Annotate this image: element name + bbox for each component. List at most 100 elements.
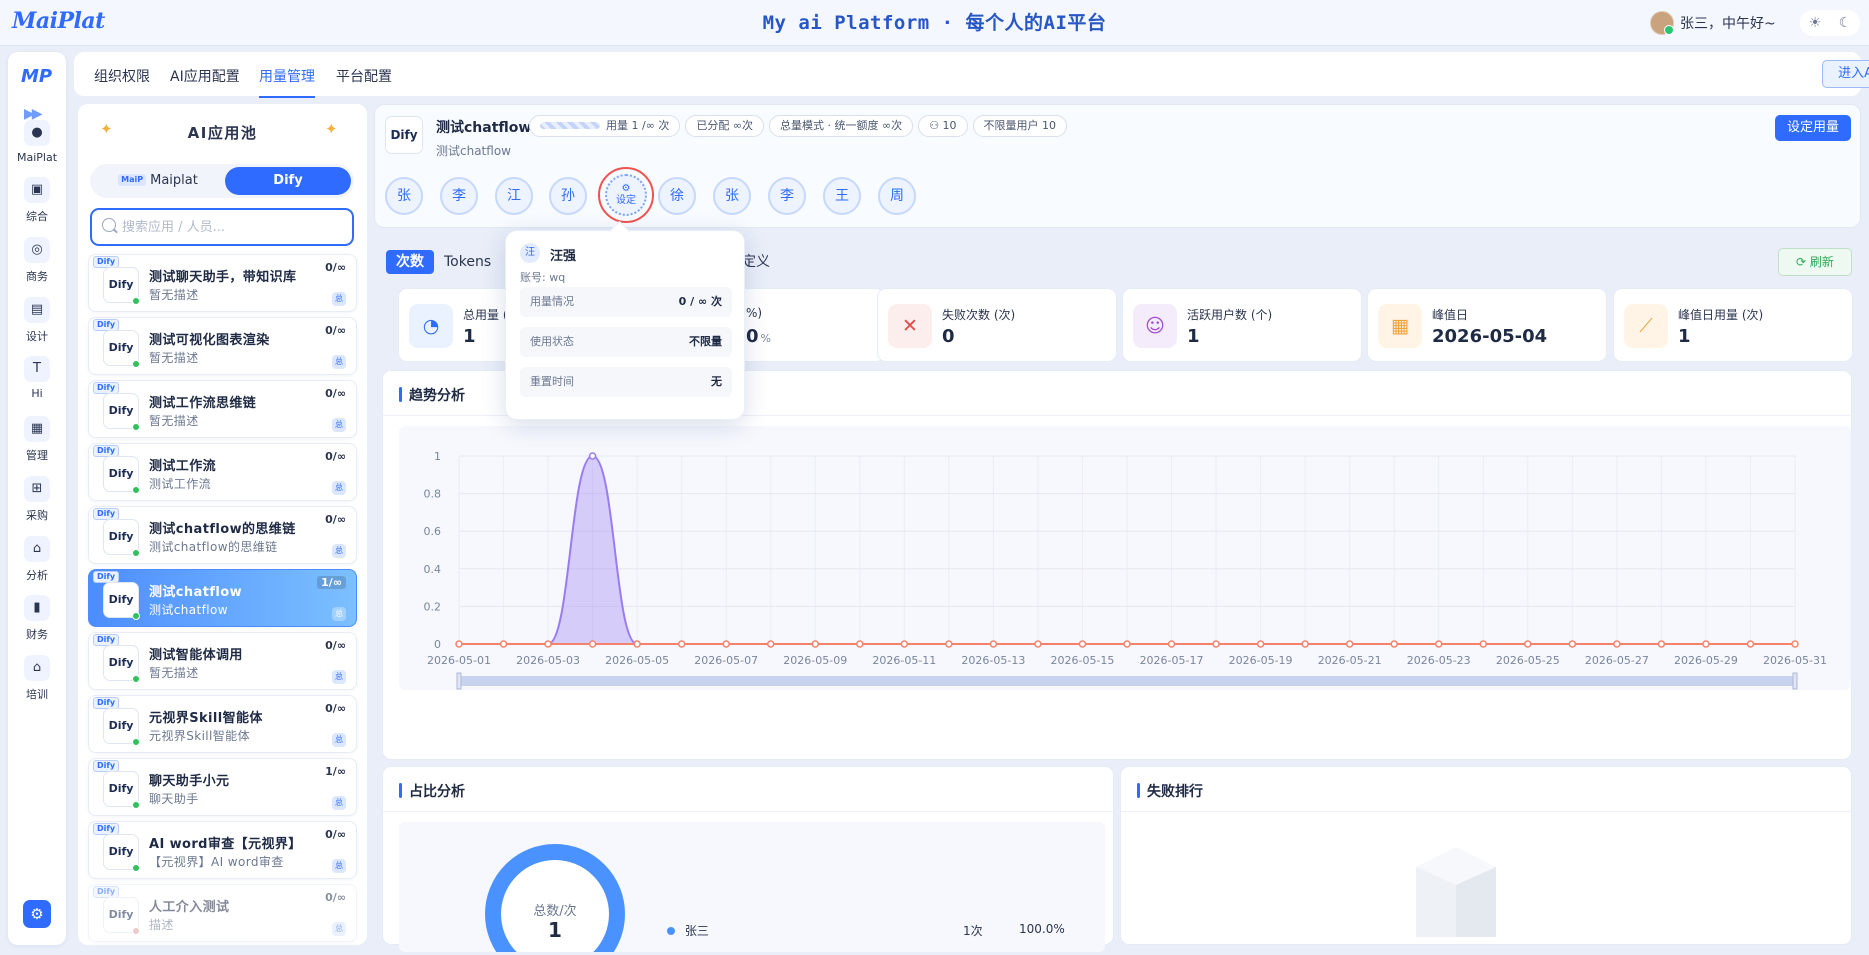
- app-card[interactable]: Dify Dify 测试智能体调用 暂无描述 0/∞ 总: [88, 632, 357, 690]
- user-quota-icon[interactable]: 总: [332, 670, 346, 684]
- user-quota-icon[interactable]: 总: [332, 418, 346, 432]
- tab-usage-management[interactable]: 用量管理: [259, 66, 315, 98]
- app-pool-panel: ✦ AI应用池 ✦ MaiPMaiplat Dify DifyDify测试聊天助…: [78, 104, 367, 945]
- search-input[interactable]: [90, 208, 354, 246]
- tab-platform-config[interactable]: 平台配置: [336, 66, 392, 86]
- popover-key: 重置时间: [530, 375, 574, 388]
- settings-gear-icon[interactable]: ⚙: [23, 900, 51, 928]
- app-desc: 暂无描述: [149, 414, 199, 428]
- refresh-label: 刷新: [1809, 255, 1834, 269]
- greeting-text: 张三，中午好~: [1680, 16, 1776, 32]
- app-card[interactable]: Dify Dify 测试工作流 测试工作流 0/∞ 总: [88, 443, 357, 501]
- zoom-slider: [459, 676, 1795, 686]
- tab-org-permission[interactable]: 组织权限: [94, 66, 150, 86]
- user-quota-icon[interactable]: 总: [332, 544, 346, 558]
- user-avatar[interactable]: 徐: [658, 177, 696, 215]
- tab-custom[interactable]: 定义: [742, 250, 770, 274]
- user-avatar[interactable]: 张: [713, 177, 751, 215]
- user-avatar[interactable]: 张: [385, 177, 423, 215]
- app-name: 测试工作流思维链: [149, 396, 257, 411]
- app-card[interactable]: Dify Dify 测试聊天助手，带知识库 暂无描述 0/∞ 总: [88, 254, 357, 312]
- app-card[interactable]: Dify Dify 聊天助手小元 聊天助手 1/∞ 总: [88, 758, 357, 816]
- user-quota-icon[interactable]: 总: [332, 292, 346, 306]
- rail-item-guanli[interactable]: ▦ 管理: [8, 416, 66, 476]
- app-card[interactable]: Dify Dify 元视界Skill智能体 元视界Skill智能体 0/∞ 总: [88, 695, 357, 753]
- stat-value: 1: [1187, 326, 1202, 347]
- user-quota-icon[interactable]: 总: [332, 355, 346, 369]
- status-dot: [132, 360, 140, 368]
- theme-toggle[interactable]: ☀ ☾: [1800, 10, 1860, 36]
- user-icon: ⚇: [929, 119, 943, 132]
- app-sub: 测试chatflow: [436, 144, 511, 158]
- home-icon: ⌂: [24, 536, 50, 562]
- data-point-failed: [1123, 640, 1131, 648]
- rail-item-maiplat[interactable]: ● MaiPlat: [8, 120, 66, 180]
- app-desc: 描述: [149, 918, 174, 932]
- user-avatar[interactable]: 王: [823, 177, 861, 215]
- popover-avatar: 汪: [520, 243, 540, 263]
- tab-tokens[interactable]: Tokens: [434, 250, 501, 274]
- user-quota-icon[interactable]: 总: [332, 859, 346, 873]
- data-point-failed: [1034, 640, 1042, 648]
- search-icon: [102, 218, 116, 232]
- sparkle-icon: ✦: [325, 120, 338, 138]
- app-usage-count: 0/∞: [325, 261, 346, 274]
- user-avatar[interactable]: 李: [440, 177, 478, 215]
- rail-item-hi[interactable]: T Hi: [8, 356, 66, 416]
- app-card[interactable]: Dify Dify 测试chatflow的思维链 测试chatflow的思维链 0/∞ 总: [88, 506, 357, 564]
- moon-icon[interactable]: ☾: [1839, 15, 1852, 31]
- archive-icon: ▦: [24, 416, 50, 442]
- rail-item-caigou[interactable]: ⊞ 采购: [8, 476, 66, 536]
- x-tick-label: 2026-05-25: [1496, 654, 1560, 667]
- user-menu[interactable]: 张三，中午好~: [1650, 8, 1776, 38]
- x-tick-label: 2026-05-13: [961, 654, 1025, 667]
- data-point-failed: [1212, 640, 1220, 648]
- tab-count[interactable]: 次数: [386, 250, 434, 274]
- rail-item-shangwu[interactable]: ◎ 商务: [8, 237, 66, 297]
- rail-item-fenxi[interactable]: ⌂ 分析: [8, 536, 66, 596]
- user-avatar[interactable]: 周: [878, 177, 916, 215]
- app-usage-count: 1/∞: [317, 576, 346, 589]
- user-quota-icon[interactable]: 总: [332, 922, 346, 936]
- set-quota-button[interactable]: 设定用量: [1775, 115, 1851, 141]
- app-card[interactable]: Dify Dify AI word审查【元视界】 【元视界】AI word审查 0/∞ 总: [88, 821, 357, 879]
- metric-tabs: 次数 Tokens: [386, 250, 501, 274]
- avatar[interactable]: [1650, 11, 1674, 35]
- app-card[interactable]: Dify Dify 人工介入测试 描述 0/∞ 总: [88, 884, 357, 942]
- user-avatar[interactable]: 李: [768, 177, 806, 215]
- x-tick-label: 2026-05-01: [427, 654, 491, 667]
- user-quota-icon[interactable]: 总: [332, 796, 346, 810]
- top-tabs: 组织权限 AI应用配置 用量管理 平台配置 进入AI工作室: [74, 52, 1869, 98]
- rail-item-peixun[interactable]: ⌂ 培训: [8, 655, 66, 715]
- rail-item-zonghe[interactable]: ▣ 综合: [8, 177, 66, 237]
- app-usage-count: 0/∞: [325, 513, 346, 526]
- switch-dify[interactable]: Dify: [225, 167, 351, 195]
- enter-ai-studio-button[interactable]: 进入AI工作室: [1822, 60, 1869, 88]
- user-quota-icon[interactable]: 总: [332, 733, 346, 747]
- rail-item-caiwu[interactable]: ▮ 财务: [8, 595, 66, 655]
- user-avatar[interactable]: 孙: [549, 177, 587, 215]
- popover-row-usage: 用量情况 0 / ∞ 次: [520, 287, 732, 317]
- sun-icon[interactable]: ☀: [1809, 15, 1822, 31]
- user-quota-icon[interactable]: 总: [332, 481, 346, 495]
- rail-item-sheji[interactable]: ▤ 设计: [8, 297, 66, 357]
- user-quota-icon[interactable]: 总: [332, 607, 346, 621]
- y-tick-label: 0: [434, 638, 441, 651]
- home-icon: ⌂: [24, 655, 50, 681]
- app-card[interactable]: Dify Dify 测试工作流思维链 暂无描述 0/∞ 总: [88, 380, 357, 438]
- app-card[interactable]: Dify Dify 测试可视化图表渲染 暂无描述 0/∞ 总: [88, 317, 357, 375]
- rail-logo-icon[interactable]: MP: [21, 66, 52, 88]
- switch-maiplat[interactable]: MaiP Maiplat: [94, 167, 222, 195]
- set-user-button[interactable]: ⚙ 设定: [605, 174, 647, 216]
- stat-card: ▦ 峰值日 2026-05-04: [1367, 288, 1607, 362]
- app-card[interactable]: Dify Dify 测试chatflow 测试chatflow 1/∞ 总: [88, 569, 357, 627]
- tab-ai-app-config[interactable]: AI应用配置: [170, 66, 240, 86]
- user-avatar[interactable]: 江: [495, 177, 533, 215]
- rail-label: 商务: [26, 270, 48, 283]
- app-usage-count: 0/∞: [325, 891, 346, 904]
- y-tick-label: 0.6: [424, 525, 442, 538]
- stat-number: 1: [463, 326, 476, 347]
- refresh-button[interactable]: ⟳ 刷新: [1778, 248, 1852, 276]
- data-point-failed: [989, 640, 998, 648]
- data-point-failed: [811, 640, 820, 648]
